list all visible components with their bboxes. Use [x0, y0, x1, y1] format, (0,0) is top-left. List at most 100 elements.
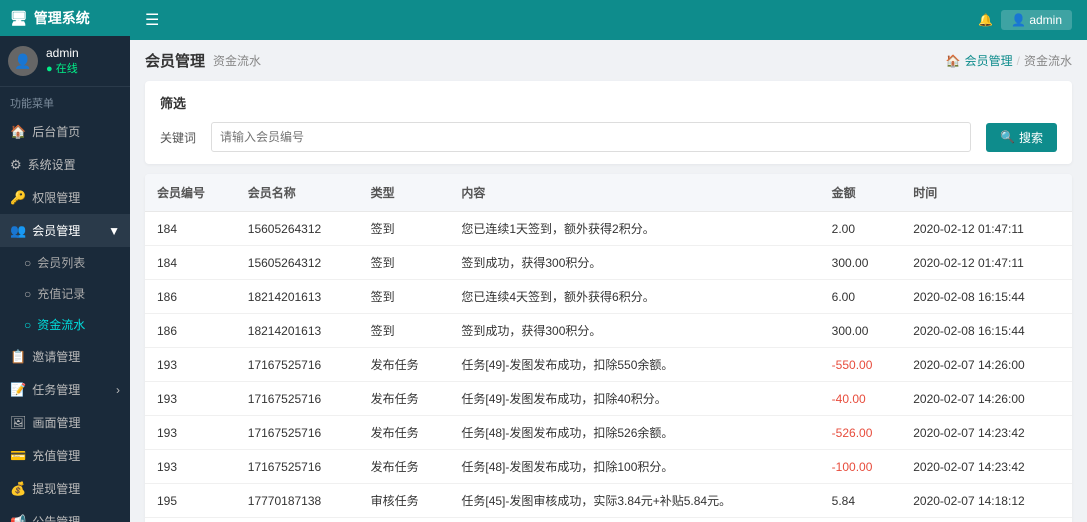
cell-amount: 20.00 [820, 518, 902, 522]
content-area: 会员管理 资金流水 🏠 会员管理 / 资金流水 筛选 关键词 🔍 搜索 [130, 40, 1087, 522]
topbar-right: 🔔 👤 admin [978, 10, 1072, 30]
cell-amount: -40.00 [820, 382, 902, 416]
chevron-right-icon: › [116, 383, 120, 397]
table-row: 195 17770187138 审核任务 任务[45]-发图审核成功，获得20积… [145, 518, 1072, 522]
task-icon: 📝 [10, 382, 26, 398]
sub-icon: ○ [24, 256, 31, 270]
table-header-row: 会员编号 会员名称 类型 内容 金额 时间 [145, 174, 1072, 212]
cell-member-name: 17770187138 [236, 518, 359, 522]
breadcrumb-member[interactable]: 会员管理 [965, 52, 1013, 69]
cell-time: 2020-02-07 14:23:42 [901, 450, 1072, 484]
cell-member-name: 17167525716 [236, 416, 359, 450]
cell-member-id: 186 [145, 314, 236, 348]
cell-member-id: 195 [145, 518, 236, 522]
cell-type: 签到 [359, 212, 450, 246]
sidebar-item-draw[interactable]: 🖼 画面管理 [0, 406, 130, 439]
cell-time: 2020-02-08 16:15:44 [901, 280, 1072, 314]
sub-label: 资金流水 [37, 316, 85, 333]
cell-member-id: 193 [145, 450, 236, 484]
sidebar-item-agent[interactable]: 💰 提现管理 [0, 472, 130, 505]
sidebar-item-label: 后台首页 [32, 123, 80, 140]
table-row: 184 15605264312 签到 签到成功，获得300积分。 300.00 … [145, 246, 1072, 280]
page-subtitle: 资金流水 [213, 52, 261, 69]
search-icon: 🔍 [1000, 130, 1015, 144]
sidebar-item-recharge[interactable]: 💳 充值管理 [0, 439, 130, 472]
permission-icon: 🔑 [10, 190, 26, 206]
cell-time: 2020-02-07 14:26:00 [901, 382, 1072, 416]
sidebar-sub-fund-flow[interactable]: ○ 资金流水 [0, 309, 130, 340]
cell-type: 签到 [359, 246, 450, 280]
user-status: ● 在线 [46, 60, 79, 76]
sidebar-item-label: 公告管理 [32, 513, 80, 522]
sidebar-item-permission[interactable]: 🔑 权限管理 [0, 181, 130, 214]
cell-type: 发布任务 [359, 348, 450, 382]
sub-icon: ○ [24, 287, 31, 301]
search-button[interactable]: 🔍 搜索 [986, 123, 1057, 152]
cell-member-id: 184 [145, 246, 236, 280]
cell-amount: -526.00 [820, 416, 902, 450]
cell-type: 审核任务 [359, 518, 450, 522]
filter-card: 筛选 关键词 🔍 搜索 [145, 81, 1072, 164]
cell-member-id: 195 [145, 484, 236, 518]
cell-content: 任务[48]-发图发布成功，扣除100积分。 [449, 450, 819, 484]
cell-member-id: 193 [145, 382, 236, 416]
menu-toggle-icon[interactable]: ☰ [145, 10, 159, 30]
sidebar-sub-recharge-record[interactable]: ○ 充值记录 [0, 278, 130, 309]
sidebar-item-notice[interactable]: 📢 公告管理 [0, 505, 130, 522]
table-row: 193 17167525716 发布任务 任务[49]-发图发布成功，扣除40积… [145, 382, 1072, 416]
sidebar: 🖥 管理系统 👤 admin ● 在线 功能菜单 🏠 后台首页 ⚙ 系统设置 🔑… [0, 0, 130, 522]
cell-time: 2020-02-08 16:15:44 [901, 314, 1072, 348]
user-icon: 👤 [1011, 13, 1026, 27]
search-input[interactable] [211, 122, 971, 152]
agent-icon: 💰 [10, 481, 26, 497]
keyword-label: 关键词 [160, 129, 196, 146]
cell-amount: -100.00 [820, 450, 902, 484]
username-label: admin [46, 46, 79, 60]
cell-content: 任务[45]-发图审核成功，获得20积分。 [449, 518, 819, 522]
cell-amount: 300.00 [820, 246, 902, 280]
user-info: admin ● 在线 [46, 46, 79, 76]
col-type: 类型 [359, 174, 450, 212]
cell-member-name: 17167525716 [236, 348, 359, 382]
sub-label: 充值记录 [37, 285, 85, 302]
table-card: 会员编号 会员名称 类型 内容 金额 时间 184 15605264312 签到… [145, 174, 1072, 522]
sidebar-item-system[interactable]: ⚙ 系统设置 [0, 148, 130, 181]
table-row: 186 18214201613 签到 您已连续4天签到，额外获得6积分。 6.0… [145, 280, 1072, 314]
breadcrumb: 🏠 会员管理 / 资金流水 [946, 52, 1072, 69]
admin-badge: 👤 admin [1001, 10, 1072, 30]
page-title: 会员管理 [145, 50, 205, 71]
draw-icon: 🖼 [10, 415, 27, 431]
bell-icon[interactable]: 🔔 [978, 13, 993, 27]
cell-amount: 5.84 [820, 484, 902, 518]
topbar: ☰ 🔔 👤 admin [130, 0, 1087, 40]
data-table: 会员编号 会员名称 类型 内容 金额 时间 184 15605264312 签到… [145, 174, 1072, 522]
col-content: 内容 [449, 174, 819, 212]
logo-icon: 🖥 [10, 10, 28, 27]
cell-amount: 2.00 [820, 212, 902, 246]
cell-member-id: 184 [145, 212, 236, 246]
system-icon: ⚙ [10, 157, 22, 173]
cell-member-id: 193 [145, 416, 236, 450]
cell-content: 您已连续1天签到，额外获得2积分。 [449, 212, 819, 246]
cell-member-id: 193 [145, 348, 236, 382]
sidebar-item-task[interactable]: 📝 任务管理 › [0, 373, 130, 406]
cell-type: 发布任务 [359, 416, 450, 450]
col-amount: 金额 [820, 174, 902, 212]
cell-type: 签到 [359, 314, 450, 348]
cell-content: 任务[45]-发图审核成功，实际3.84元+补贴5.84元。 [449, 484, 819, 518]
cell-type: 发布任务 [359, 382, 450, 416]
sidebar-item-home[interactable]: 🏠 后台首页 [0, 115, 130, 148]
cell-content: 您已连续4天签到，额外获得6积分。 [449, 280, 819, 314]
cell-time: 2020-02-07 14:18:12 [901, 518, 1072, 522]
sidebar-sub-member-list[interactable]: ○ 会员列表 [0, 247, 130, 278]
sidebar-item-label: 画面管理 [33, 414, 81, 431]
table-row: 193 17167525716 发布任务 任务[49]-发图发布成功，扣除550… [145, 348, 1072, 382]
cell-member-name: 18214201613 [236, 280, 359, 314]
cell-time: 2020-02-07 14:23:42 [901, 416, 1072, 450]
breadcrumb-sep: / [1017, 54, 1020, 68]
col-time: 时间 [901, 174, 1072, 212]
sidebar-item-member[interactable]: 👥 会员管理 ▼ [0, 214, 130, 247]
cell-member-name: 17167525716 [236, 450, 359, 484]
cell-amount: 6.00 [820, 280, 902, 314]
sidebar-item-invite[interactable]: 📋 邀请管理 [0, 340, 130, 373]
